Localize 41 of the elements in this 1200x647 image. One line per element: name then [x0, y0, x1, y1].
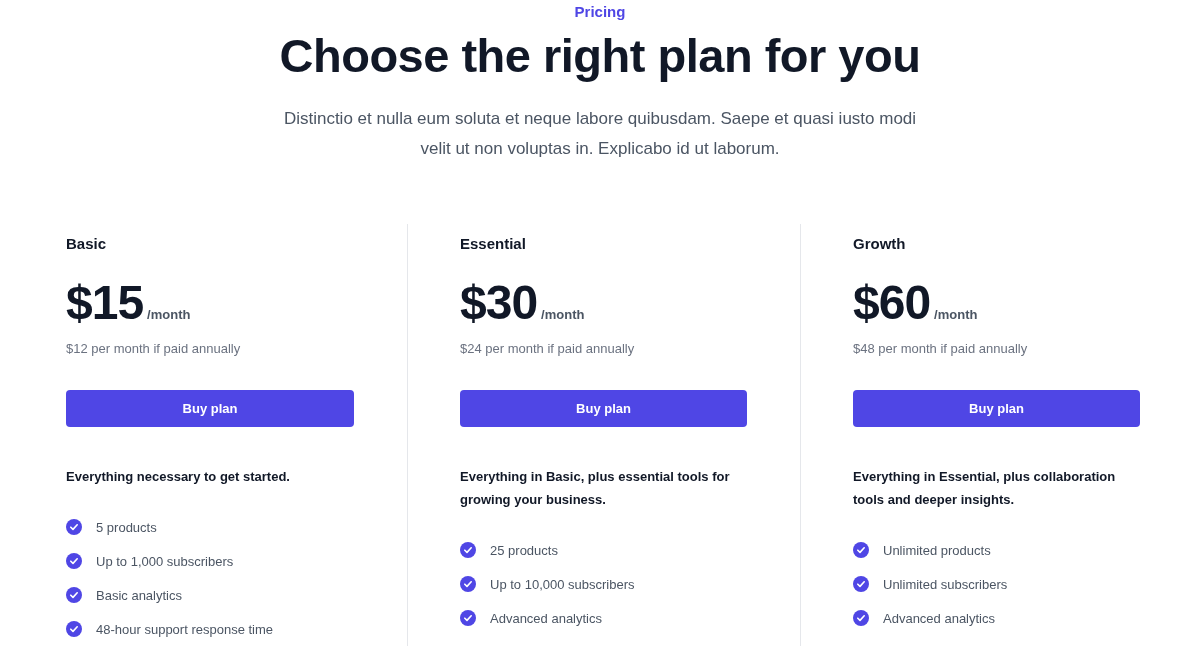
page-heading: Choose the right plan for you [278, 28, 922, 84]
feature-text: 5 products [96, 519, 157, 535]
price-period: /month [934, 307, 978, 322]
annual-price-note: $12 per month if paid annually [66, 340, 242, 358]
check-circle-icon [66, 553, 82, 569]
price-period: /month [541, 307, 585, 322]
buy-plan-button[interactable]: Buy plan [853, 390, 1140, 427]
feature-text: Advanced analytics [490, 610, 602, 626]
check-circle-icon [853, 542, 869, 558]
check-circle-icon [66, 519, 82, 535]
description-text: Distinctio et nulla eum soluta et neque labore quibusdam. Saepe et quasi iusto modi velit ut non voluptas in. Explicabo id ut laborum. [282, 108, 918, 160]
annual-price-note: $24 per month if paid annually [460, 340, 636, 358]
feature-text: Advanced analytics [883, 610, 995, 626]
feature-text: Up to 10,000 subscribers [490, 576, 635, 592]
check-circle-icon [460, 542, 476, 558]
check-circle-icon [66, 587, 82, 603]
plan-name: Growth [853, 234, 907, 254]
feature-text: Up to 1,000 subscribers [96, 553, 234, 569]
plan-name: Basic [66, 234, 108, 254]
price-period: /month [147, 307, 191, 322]
annual-price-note: $48 per month if paid annually [853, 340, 1029, 358]
eyebrow-label: Pricing [573, 2, 627, 22]
check-circle-icon [460, 576, 476, 592]
plan-price: $60 [853, 278, 931, 328]
check-circle-icon [853, 610, 869, 626]
check-circle-icon [460, 610, 476, 626]
plan-tagline: Everything in Essential, plus collaboration tools and deeper insights. [853, 468, 1117, 509]
buy-plan-button[interactable]: Buy plan [66, 390, 354, 427]
feature-text: Unlimited products [883, 542, 991, 558]
feature-text: 25 products [490, 542, 558, 558]
plan-name: Essential [460, 234, 527, 254]
plan-tagline: Everything in Basic, plus essential tools for growing your business. [460, 468, 731, 509]
buy-plan-button[interactable]: Buy plan [460, 390, 747, 427]
plan-tagline: Everything necessary to get started. [66, 468, 291, 486]
plan-price: $15 [66, 278, 144, 328]
check-circle-icon [853, 576, 869, 592]
check-circle-icon [66, 621, 82, 637]
feature-text: 48-hour support response time [96, 621, 274, 637]
plan-price: $30 [460, 278, 538, 328]
feature-text: Unlimited subscribers [883, 576, 1008, 592]
feature-text: Basic analytics [96, 587, 182, 603]
